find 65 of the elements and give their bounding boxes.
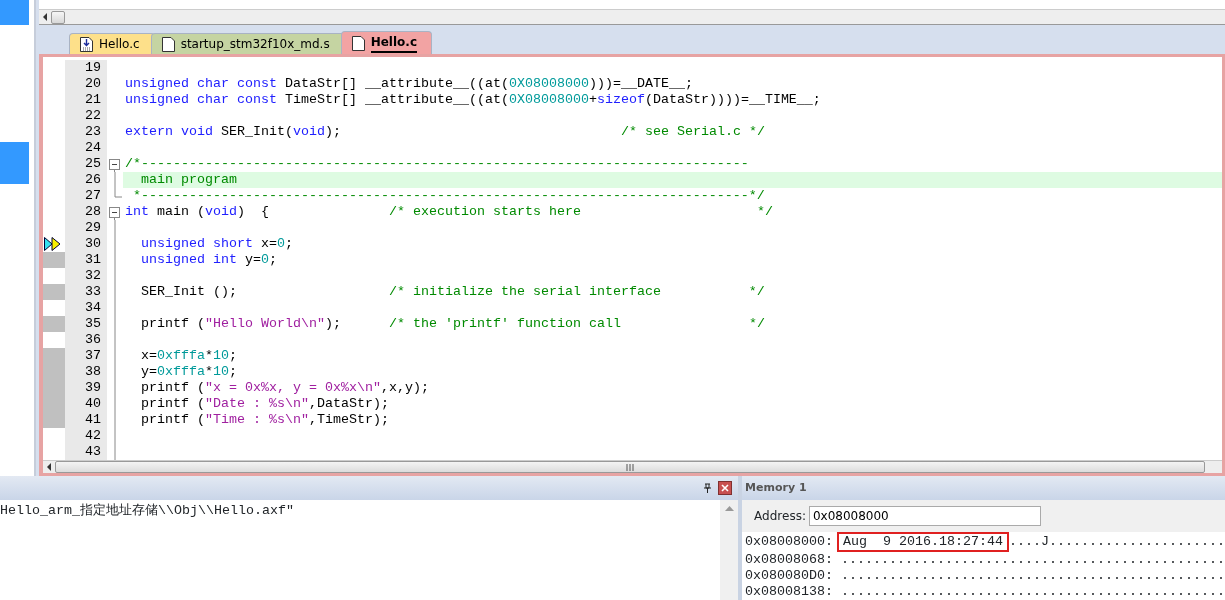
code-line: printf ("x = 0x%x, y = 0x%x\n",x,y);	[140, 380, 430, 396]
line-number: 34	[65, 300, 107, 316]
memory-address: 0x08008138:	[745, 584, 834, 600]
line-number: 29	[65, 220, 107, 236]
line-number: 41	[65, 412, 107, 428]
line-number: 21	[65, 92, 107, 108]
code-line: y=0xfffa*10;	[140, 364, 238, 380]
line-number: 32	[65, 268, 107, 284]
code-line: unsigned short x=0;	[140, 236, 294, 252]
line-number: 31	[65, 252, 107, 268]
vertical-scrollbar[interactable]	[720, 500, 739, 600]
line-number: 33	[65, 284, 107, 300]
code-line: int main (void) { /* execution starts here */	[124, 204, 774, 220]
code-line: extern void SER_Init(void); /* see Serial.c */	[124, 124, 766, 140]
line-number: 28	[65, 204, 107, 220]
line-number: 39	[65, 380, 107, 396]
line-number: 25	[65, 156, 107, 172]
memory-value: ................................................	[840, 552, 1225, 568]
code-line: unsigned int y=0;	[140, 252, 278, 268]
line-number: 36	[65, 332, 107, 348]
address-label: Address:	[754, 508, 806, 525]
line-number: 23	[65, 124, 107, 140]
code-line: x=0xfffa*10;	[140, 348, 238, 364]
code-line: SER_Init (); /* initialize the serial interface */	[140, 284, 766, 300]
code-line: unsigned char const DataStr[] __attribute__((at(0X08008000)))=__DATE__;	[124, 76, 694, 92]
memory-address: 0x080080D0:	[745, 568, 834, 584]
line-number: 37	[65, 348, 107, 364]
line-number: 24	[65, 140, 107, 156]
memory-value: ................................................	[840, 568, 1225, 584]
close-icon[interactable]	[718, 481, 733, 495]
fold-toggle-icon[interactable]	[109, 204, 120, 220]
memory-value: ....J......................	[1009, 534, 1225, 550]
line-number: 20	[65, 76, 107, 92]
line-number: 22	[65, 108, 107, 124]
line-number: 43	[65, 444, 107, 460]
line-number: 30	[65, 236, 107, 252]
line-number: 19	[65, 60, 107, 76]
line-number: 40	[65, 396, 107, 412]
grip-icon	[626, 463, 634, 471]
pin-icon[interactable]	[703, 483, 713, 493]
memory-value: Aug 9 2016.18:27:44	[837, 532, 1010, 552]
selection-highlight	[0, 142, 29, 184]
code-line: printf ("Date : %s\n",DataStr);	[140, 396, 390, 412]
line-number: 38	[65, 364, 107, 380]
line-number: 35	[65, 316, 107, 332]
line-number: 42	[65, 428, 107, 444]
selection-highlight	[0, 0, 29, 25]
left-arrow-icon[interactable]	[42, 13, 48, 21]
left-arrow-icon[interactable]	[46, 463, 52, 471]
address-field[interactable]: 0x08008000	[808, 506, 1041, 526]
code-line: printf ("Hello World\n"); /* the 'printf' function call */	[140, 316, 766, 332]
code-line: printf ("Time : %s\n",TimeStr);	[140, 412, 390, 428]
code-line: *----------------------------------------------------------------------------*/	[132, 188, 766, 204]
fold-toggle-icon[interactable]	[109, 156, 120, 172]
memory-value: ................................................	[840, 584, 1225, 600]
panel-title: Memory 1	[745, 479, 807, 496]
horizontal-scrollbar[interactable]	[39, 9, 1225, 24]
line-number: 27	[65, 188, 107, 204]
file-tab[interactable]: Hello.c	[340, 31, 432, 54]
memory-address: 0x08008000:	[745, 534, 834, 550]
code-line: /*----------------------------------------------------------------------------	[124, 156, 750, 172]
code-line: unsigned char const TimeStr[] __attribute__((at(0X08008000+sizeof(DataStr))))=__TIME__;	[124, 92, 822, 108]
memory-address: 0x08008068:	[745, 552, 834, 568]
line-number: 26	[65, 172, 107, 188]
scrollbar-thumb[interactable]	[51, 10, 65, 24]
